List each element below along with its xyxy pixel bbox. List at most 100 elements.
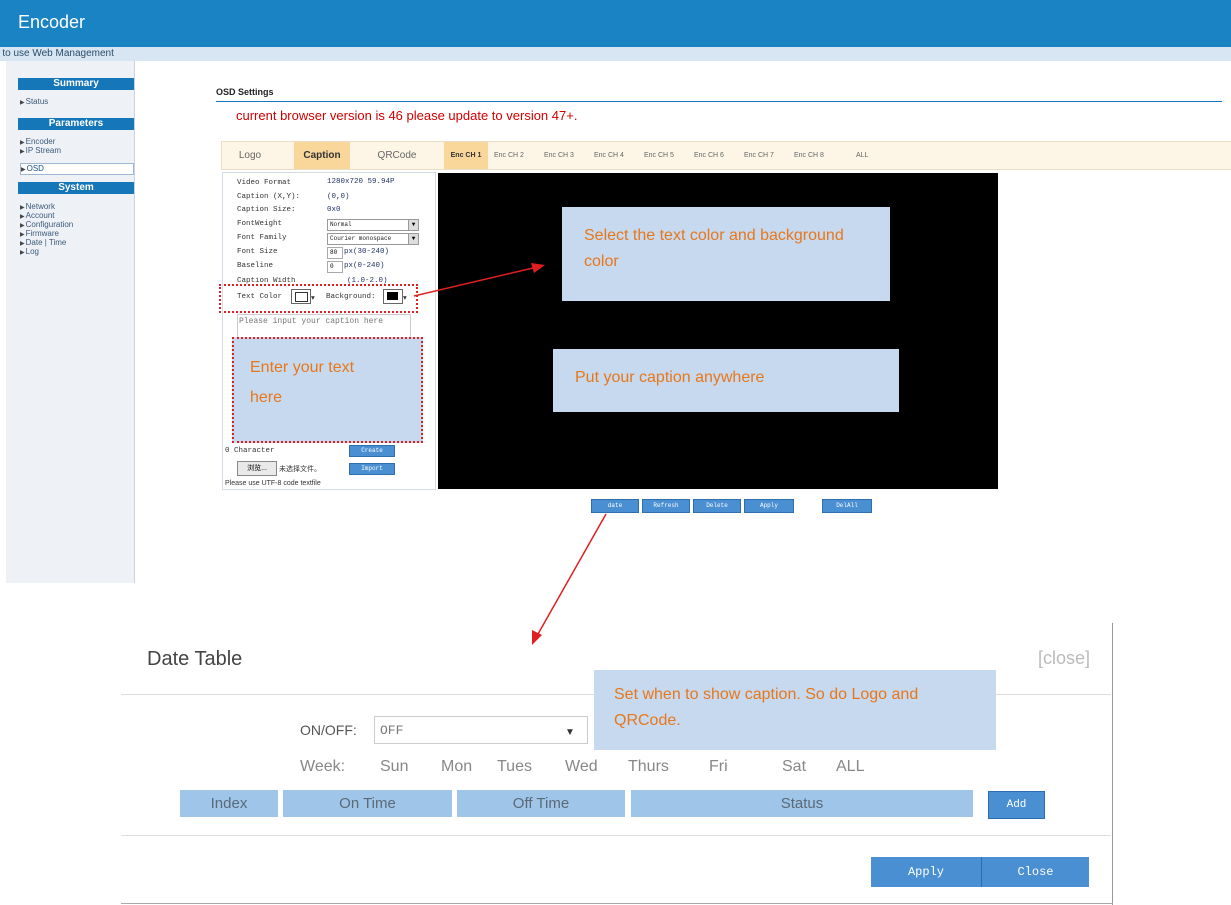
dialog-close-button[interactable]: Close [981,857,1089,887]
delete-all-button[interactable]: DelAll [822,499,872,513]
day-sat[interactable]: Sat [782,758,806,776]
video-format-label: Video Format [237,179,292,187]
onoff-select[interactable] [374,716,588,744]
chevron-down-icon: ▼ [408,220,418,230]
caption-size-label: Caption Size: [237,206,296,214]
create-button[interactable]: Create [349,445,395,457]
dialog-apply-button[interactable]: Apply [871,857,981,887]
sidebar-section-system[interactable]: System [18,182,134,194]
dialog-title: Date Table [147,648,243,670]
browser-warning: current browser version is 46 please upd… [236,108,578,123]
apply-button[interactable]: Apply [744,499,794,513]
baseline-input[interactable]: 0 [327,261,343,273]
sidebar-item-label: Log [25,247,39,256]
sidebar-item-label: Encoder [25,137,56,146]
triangle-right-icon: ▶ [20,250,25,256]
column-header-on-time: On Time [283,790,452,817]
dialog-right-border [1112,623,1113,905]
font-size-label: Font Size [237,248,278,256]
sidebar-item-log[interactable]: ▶Log [20,247,132,258]
caption-xy-label: Caption (X,Y): [237,193,301,201]
font-weight-value: Normal [330,221,352,228]
app-title: Encoder [18,12,86,32]
delete-button[interactable]: Delete [693,499,741,513]
day-wed[interactable]: Wed [565,758,598,776]
callout-schedule: Set when to show caption. So do Logo and… [594,670,996,750]
character-count: 0 Character [225,447,275,455]
callout-put-caption: Put your caption anywhere [553,349,899,412]
day-mon[interactable]: Mon [441,758,472,776]
font-family-select[interactable]: Courier monospace ▼ [327,233,419,245]
baseline-range: px(0-240) [344,262,385,270]
tab-enc-ch-6[interactable]: Enc CH 6 [694,142,724,169]
baseline-label: Baseline [237,262,274,270]
day-all[interactable]: ALL [836,758,864,776]
dialog-bottom-border [121,903,1113,904]
dialog-divider [121,835,1111,836]
title-divider [216,101,1222,102]
color-pickers-highlight [219,284,418,313]
font-size-range: px(30-240) [344,248,390,256]
tab-enc-ch-1[interactable]: Enc CH 1 [444,142,488,169]
refresh-button[interactable]: Refresh [642,499,690,513]
chevron-down-icon: ▼ [408,234,418,244]
no-file-chosen-text: 未选择文件。 [279,466,321,473]
font-size-input[interactable]: 80 [327,247,343,259]
week-label: Week: [300,758,346,775]
add-schedule-button[interactable]: Add [988,791,1045,819]
day-tues[interactable]: Tues [497,758,532,776]
dialog-close-link[interactable]: [close] [1038,648,1090,669]
sidebar-item-osd[interactable]: ▶OSD [20,163,134,175]
caption-xy-value: (0,0) [327,193,350,201]
tab-enc-ch-2[interactable]: Enc CH 2 [494,142,524,169]
sidebar-item-label: Account [25,211,55,220]
sidebar-item-ip-stream[interactable]: ▶IP Stream [20,146,132,157]
callout-enter-text: Enter your text here [250,359,355,406]
font-family-label: Font Family [237,234,287,242]
caption-width-label: Caption Width [237,277,296,284]
import-button[interactable]: Import [349,463,395,475]
sidebar-item-label: Configuration [25,220,74,229]
triangle-right-icon: ▶ [20,100,25,106]
caption-preview-canvas[interactable]: Select the text color and background col… [438,173,998,489]
caption-size-value: 0x0 [327,206,341,214]
callout-select-colors-text: Select the text color and background col… [584,227,844,270]
tab-caption[interactable]: Caption [294,142,350,169]
onoff-value: OFF [380,723,404,738]
welcome-strip: e to use Web Management [0,47,1231,61]
utf8-note: Please use UTF-8 code textfile [225,480,321,487]
column-header-status: Status [631,790,973,817]
browse-file-button[interactable]: 浏览... [237,461,277,476]
column-header-index: Index [180,790,278,817]
sidebar-section-summary[interactable]: Summary [18,78,134,90]
chevron-down-icon: ▼ [565,727,575,738]
osd-tab-bar: Logo Caption QRCode Enc CH 1 Enc CH 2 En… [221,141,1231,170]
sidebar-item-label: Firmware [25,229,59,238]
tab-enc-ch-3[interactable]: Enc CH 3 [544,142,574,169]
font-weight-label: FontWeight [237,220,283,228]
triangle-right-icon: ▶ [21,167,26,173]
day-sun[interactable]: Sun [380,758,408,776]
sidebar-section-parameters[interactable]: Parameters [18,118,134,130]
font-family-value: Courier monospace [330,235,392,242]
sidebar-item-label: Status [25,97,49,106]
video-format-value: 1280x720 59.94P [327,178,395,186]
font-weight-select[interactable]: Normal ▼ [327,219,419,231]
sidebar-item-label: OSD [26,164,44,173]
day-thurs[interactable]: Thurs [628,758,669,776]
tab-all-channels[interactable]: ALL [856,142,868,169]
onoff-label: ON/OFF: [300,722,357,738]
sidebar-item-status[interactable]: ▶Status [20,97,132,108]
sidebar-item-label: Network [25,202,55,211]
tab-enc-ch-5[interactable]: Enc CH 5 [644,142,674,169]
sidebar: Summary ▶Status Parameters ▶Encoder ▶IP … [6,61,135,583]
day-fri[interactable]: Fri [709,758,728,776]
date-button[interactable]: date [591,499,639,513]
sidebar-item-label: IP Stream [25,146,62,155]
tab-enc-ch-7[interactable]: Enc CH 7 [744,142,774,169]
tab-enc-ch-4[interactable]: Enc CH 4 [594,142,624,169]
tab-qrcode[interactable]: QRCode [372,142,422,169]
tab-logo[interactable]: Logo [230,142,270,169]
tab-enc-ch-8[interactable]: Enc CH 8 [794,142,824,169]
callout-put-caption-text: Put your caption anywhere [575,369,765,386]
